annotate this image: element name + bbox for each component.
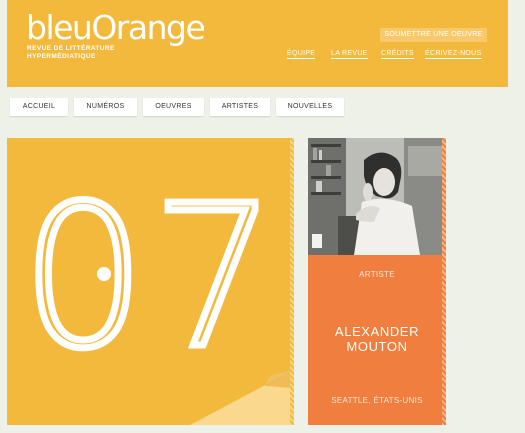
tagline-line-1: REVUE DE LITTÉRATURE: [27, 45, 115, 52]
card-edge: [290, 138, 294, 425]
artist-name[interactable]: ALEXANDER MOUTON: [308, 324, 446, 354]
header-links: ÉQUIPE LA REVUE CRÉDITS ÉCRIVEZ-NOUS: [287, 50, 487, 64]
tab-artistes[interactable]: ARTISTES: [210, 98, 270, 116]
tab-accueil[interactable]: ACCUEIL: [10, 98, 68, 116]
header-link-equipe[interactable]: ÉQUIPE: [287, 50, 316, 59]
issue-number: 07: [21, 164, 282, 392]
artist-location: SEATTLE, ÉTATS-UNIS: [331, 396, 423, 405]
tab-oeuvres[interactable]: OEUVRES: [143, 98, 204, 116]
artist-photo: [308, 138, 446, 255]
portrait-photo-icon: [308, 138, 446, 255]
artist-card[interactable]: ARTISTE ALEXANDER MOUTON SEATTLE, ÉTATS-…: [308, 138, 446, 425]
submit-work-button[interactable]: SOUMETTRE UNE OEUVRE: [380, 28, 487, 42]
issue-card[interactable]: 07: [7, 138, 294, 425]
site-logo[interactable]: bleuOrange: [26, 11, 206, 44]
header-link-la-revue[interactable]: LA REVUE: [331, 50, 368, 59]
zero-dot-icon: [97, 267, 111, 281]
header-link-credits[interactable]: CRÉDITS: [381, 50, 414, 59]
issue-number-graphic: 07: [18, 161, 294, 425]
header-link-ecrivez-nous[interactable]: ÉCRIVEZ-NOUS: [425, 50, 482, 59]
artist-last-name: MOUTON: [346, 339, 408, 354]
card-edge: [442, 138, 446, 425]
artist-first-name: ALEXANDER: [334, 324, 420, 339]
tagline-line-2: HYPERMÉDIATIQUE: [27, 53, 96, 60]
site-tagline: REVUE DE LITTÉRATURE HYPERMÉDIATIQUE: [27, 45, 147, 61]
site-header: bleuOrange REVUE DE LITTÉRATURE HYPERMÉD…: [7, 0, 508, 87]
tab-nouvelles[interactable]: NOUVELLES: [276, 98, 344, 116]
tab-numeros[interactable]: NUMÉROS: [74, 98, 137, 116]
artist-role: ARTISTE: [359, 270, 395, 279]
